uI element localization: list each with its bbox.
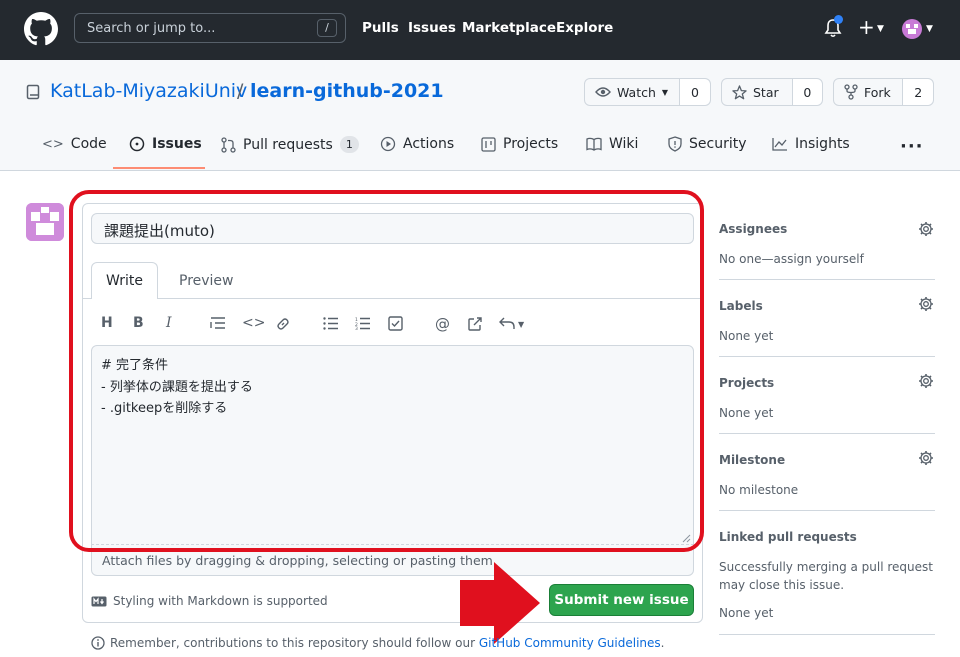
sidebar-divider <box>719 634 935 635</box>
contribution-guidelines-note: Remember, contributions to this reposito… <box>91 636 664 650</box>
sidebar-divider <box>719 510 935 511</box>
tab-issues-label: Issues <box>152 136 202 152</box>
tab-insights[interactable]: Insights <box>772 136 850 152</box>
tab-wiki[interactable]: Wiki <box>586 136 638 152</box>
repo-owner-link[interactable]: KatLab-MiyazakiUniv <box>50 80 247 102</box>
fork-count[interactable]: 2 <box>903 79 933 105</box>
tab-pull-requests[interactable]: Pull requests 1 <box>221 136 359 153</box>
info-icon <box>91 636 105 650</box>
fork-icon <box>844 84 858 100</box>
star-count[interactable]: 0 <box>792 79 822 105</box>
milestone-value: No milestone <box>719 483 799 497</box>
linked-pr-description: Successfully merging a pull request may … <box>719 560 933 592</box>
chevron-down-icon: ▼ <box>661 87 669 97</box>
active-tab-indicator <box>113 167 205 169</box>
guidelines-note-suffix: . <box>660 636 665 650</box>
chevron-down-icon[interactable]: ▼ <box>877 24 884 34</box>
graph-icon <box>772 138 787 151</box>
star-icon <box>732 84 747 99</box>
markdown-icon <box>91 596 107 606</box>
tab-wiki-label: Wiki <box>609 136 639 152</box>
labels-title[interactable]: Labels <box>719 299 935 313</box>
tab-issues[interactable]: Issues <box>129 136 202 152</box>
repo-path-separator: / <box>237 80 244 102</box>
sidebar-projects: Projects None yet <box>719 376 935 422</box>
submit-new-issue-button[interactable]: Submit new issue <box>549 584 694 616</box>
projects-value: None yet <box>719 406 774 420</box>
gear-icon[interactable] <box>918 373 934 389</box>
gear-icon[interactable] <box>918 450 934 466</box>
project-icon <box>481 136 496 152</box>
tab-security-label: Security <box>689 136 747 152</box>
gear-icon[interactable] <box>918 221 934 237</box>
assignees-value[interactable]: No one—assign yourself <box>719 250 935 268</box>
watch-count[interactable]: 0 <box>680 79 710 105</box>
labels-value: None yet <box>719 329 774 343</box>
search-shortcut-hint: / <box>317 19 337 37</box>
shield-icon <box>668 136 682 152</box>
code-icon: <> <box>42 136 64 152</box>
watch-button[interactable]: Watch ▼ <box>585 79 680 105</box>
tab-actions[interactable]: Actions <box>380 136 454 152</box>
markdown-note-text: Styling with Markdown is supported <box>113 594 328 608</box>
notification-dot <box>834 15 843 24</box>
tab-projects-label: Projects <box>503 136 559 152</box>
repo-icon <box>26 84 40 100</box>
search-placeholder: Search or jump to... <box>87 21 216 36</box>
sidebar-divider <box>719 356 935 357</box>
git-pull-request-icon <box>221 136 236 153</box>
projects-title[interactable]: Projects <box>719 376 935 390</box>
repo-header: KatLab-MiyazakiUniv / learn-github-2021 … <box>0 60 960 171</box>
assignees-title[interactable]: Assignees <box>719 222 935 236</box>
eye-icon <box>595 87 611 97</box>
nav-explore[interactable]: Explore <box>556 20 613 36</box>
tab-code[interactable]: <> Code <box>42 136 107 152</box>
tab-projects[interactable]: Projects <box>481 136 558 152</box>
tab-code-label: Code <box>70 136 107 152</box>
repo-name-link[interactable]: learn-github-2021 <box>250 80 444 102</box>
tab-insights-label: Insights <box>795 136 850 152</box>
nav-marketplace[interactable]: Marketplace <box>462 20 556 36</box>
chevron-down-icon[interactable]: ▼ <box>926 24 933 34</box>
watch-label: Watch <box>617 84 656 100</box>
create-new-button[interactable]: + <box>858 17 875 37</box>
sidebar-divider <box>719 433 935 434</box>
milestone-title[interactable]: Milestone <box>719 453 935 467</box>
tab-actions-label: Actions <box>403 136 455 152</box>
sidebar-assignees: Assignees No one—assign yourself <box>719 222 935 268</box>
star-button-group: Star 0 <box>721 78 823 106</box>
issue-opened-icon <box>129 136 145 152</box>
tab-pull-requests-label: Pull requests <box>243 136 333 153</box>
sidebar-labels: Labels None yet <box>719 299 935 345</box>
nav-issues[interactable]: Issues <box>408 20 456 36</box>
user-avatar[interactable] <box>902 19 922 39</box>
markdown-help-note[interactable]: Styling with Markdown is supported <box>91 594 328 608</box>
guidelines-note-text: Remember, contributions to this reposito… <box>110 636 479 650</box>
gear-icon[interactable] <box>918 296 934 312</box>
author-avatar <box>26 203 64 241</box>
nav-pulls[interactable]: Pulls <box>362 20 399 36</box>
star-label: Star <box>753 84 779 100</box>
more-tabs-button[interactable]: ··· <box>900 136 924 157</box>
fork-button-group: Fork 2 <box>833 78 934 106</box>
play-icon <box>380 136 396 152</box>
fork-label: Fork <box>864 84 891 100</box>
book-icon <box>586 137 602 151</box>
tab-security[interactable]: Security <box>668 136 747 152</box>
sidebar-divider <box>719 279 935 280</box>
linked-pr-value: None yet <box>719 606 774 620</box>
attach-hint-text: Attach files by dragging & dropping, sel… <box>102 553 497 568</box>
pull-requests-counter: 1 <box>339 136 359 153</box>
search-input[interactable]: Search or jump to... / <box>74 13 346 43</box>
top-navbar: Search or jump to... / Pulls Issues Mark… <box>0 0 960 60</box>
community-guidelines-link[interactable]: GitHub Community Guidelines <box>479 636 661 650</box>
github-logo-icon[interactable] <box>24 12 58 46</box>
star-button[interactable]: Star <box>722 79 793 105</box>
linked-pr-title: Linked pull requests <box>719 530 857 544</box>
sidebar-linked-pull-requests: Linked pull requests Successfully mergin… <box>719 530 935 622</box>
fork-button[interactable]: Fork <box>834 79 904 105</box>
annotation-highlight-box <box>69 190 704 552</box>
watch-button-group: Watch ▼ 0 <box>584 78 711 106</box>
sidebar-milestone: Milestone No milestone <box>719 453 935 499</box>
